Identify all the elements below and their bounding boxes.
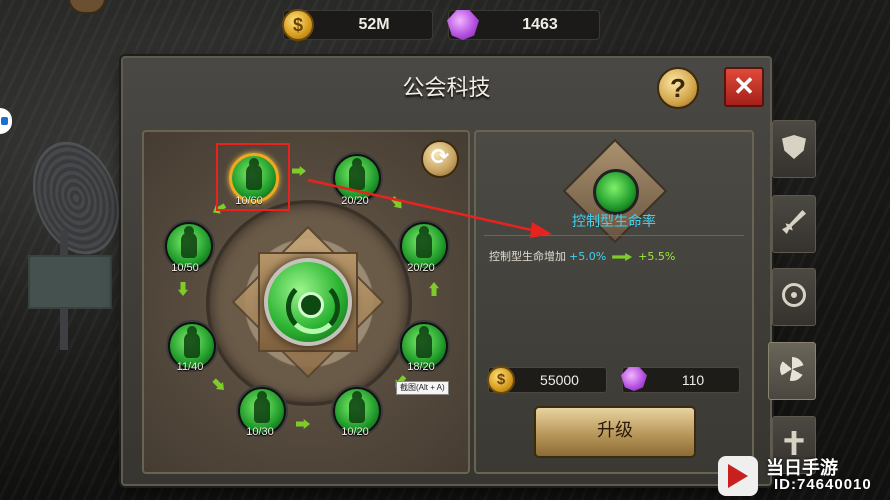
divider: [484, 235, 744, 236]
biceps-icon: [593, 169, 639, 215]
tech-node-level: 10/20: [341, 426, 369, 438]
shield-icon: [782, 135, 806, 159]
guild-core-icon: [264, 258, 352, 346]
background-crate: [28, 255, 112, 309]
tech-node-level: 10/50: [171, 262, 199, 274]
flow-arrow-icon: [292, 166, 306, 176]
gold-coin-icon: $: [487, 366, 515, 394]
refresh-button[interactable]: ⟳: [421, 140, 459, 178]
gem-counter: 1463: [447, 10, 600, 40]
shadow-icon: [349, 391, 365, 423]
gold-amount: 52M: [358, 16, 390, 33]
watermark-logo: [718, 456, 758, 496]
tech-node-level: 20/20: [341, 195, 369, 207]
tech-detail-panel: 控制型生命率 控制型生命增加 +5.0% +5.5% $ 55000 110 升级: [474, 130, 754, 474]
tech-node-level: 10/30: [246, 426, 274, 438]
flow-arrow-icon: [211, 377, 228, 394]
purple-gem-icon: [621, 367, 647, 391]
effect-current: +5.0%: [569, 250, 607, 263]
flow-arrow-icon: [296, 419, 310, 429]
close-button[interactable]: ✕: [724, 67, 764, 107]
upgrade-arrow-icon: [612, 253, 633, 261]
gold-counter: $ 52M: [282, 9, 433, 41]
gold-coin-icon: $: [282, 9, 314, 41]
speed-icon: [416, 326, 432, 358]
gem-amount: 1463: [522, 16, 558, 33]
gold-cost: $ 55000: [487, 366, 607, 394]
upgrade-button[interactable]: 升级: [534, 406, 696, 458]
tech-node-level: 18/20: [407, 361, 435, 373]
sword-icon: [782, 210, 806, 234]
purple-gem-icon: [447, 10, 479, 40]
flow-arrow-icon: [389, 194, 406, 211]
body-icon: [349, 158, 365, 190]
effect-label: 控制型生命增加: [489, 250, 566, 263]
effect-row: 控制型生命增加 +5.0% +5.5%: [489, 248, 675, 264]
gem-cost-value: 110: [681, 372, 705, 388]
tech-node-level: 20/20: [407, 262, 435, 274]
swirl-icon: [780, 357, 804, 381]
highlight-box: [216, 143, 290, 211]
tab-guild-tech[interactable]: [768, 342, 816, 400]
hulk-icon: [184, 326, 200, 358]
flow-arrow-icon: [429, 282, 439, 296]
tab-shield[interactable]: [772, 120, 816, 178]
tech-tree-area: ⟳ 10/60 20/20 20/20 18/20 10/20 10/30 11…: [142, 130, 470, 474]
help-button[interactable]: ?: [657, 67, 699, 109]
claw-icon: [181, 226, 197, 258]
slash-icon: [254, 391, 270, 423]
crosshair-icon: [782, 283, 806, 307]
gold-cost-value: 55000: [540, 372, 579, 388]
guild-tech-dialog: 公会科技 ? ✕ ⟳ 10/60 20/20 20/20 18/20 10/20…: [121, 56, 772, 486]
site-watermark: 当日手游 ID:74640010: [718, 452, 890, 500]
screenshot-tooltip: 截图(Alt + A): [396, 381, 449, 395]
tech-name: 控制型生命率: [572, 214, 656, 230]
tech-node-level: 11/40: [176, 361, 204, 373]
tab-sword[interactable]: [772, 195, 816, 253]
dash-icon: [416, 226, 432, 258]
tab-target[interactable]: [772, 268, 816, 326]
watermark-id: ID:74640010: [774, 476, 872, 493]
flow-arrow-icon: [178, 282, 188, 296]
effect-next: +5.5%: [638, 250, 676, 263]
gem-cost: 110: [621, 367, 740, 393]
